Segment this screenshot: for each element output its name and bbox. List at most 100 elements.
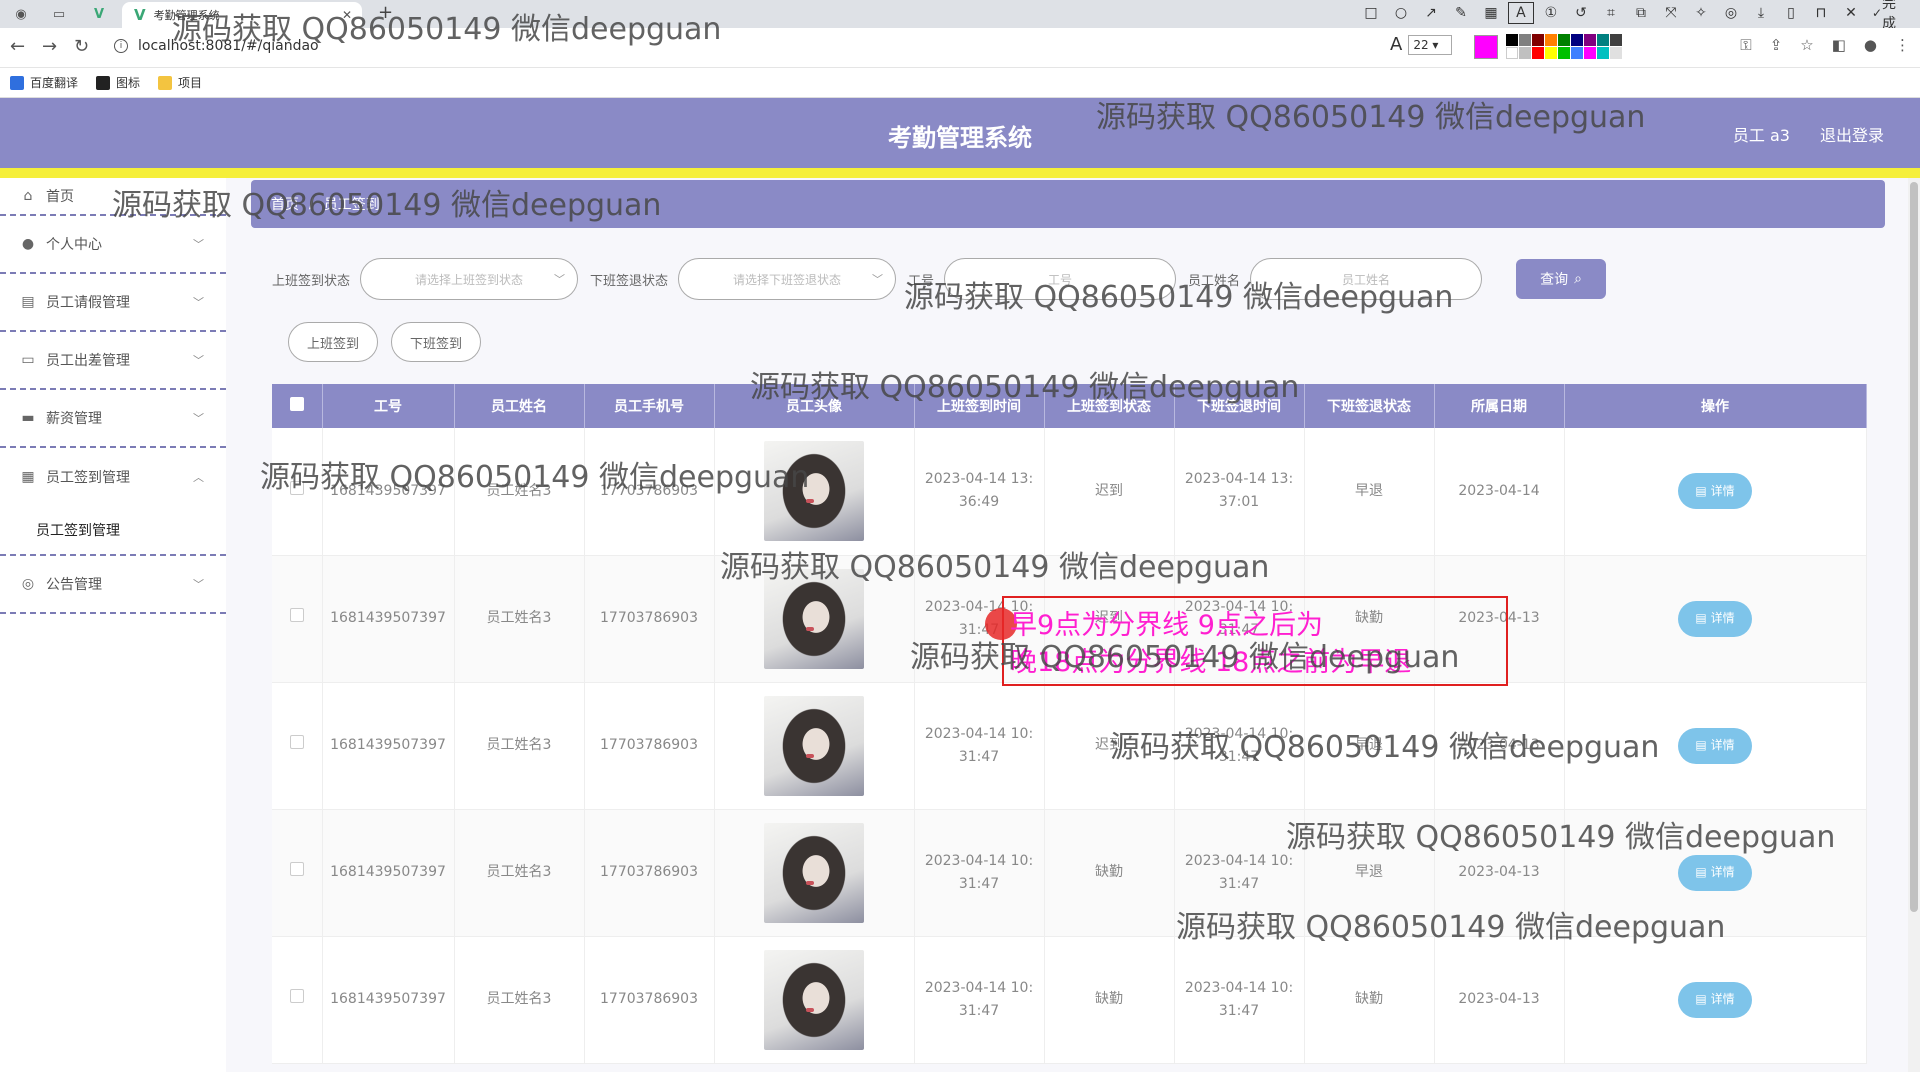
row-checkbox[interactable] (289, 480, 304, 495)
sidebar-item-checkin[interactable]: ▦ 员工签到管理 ︿ (0, 448, 226, 506)
download-icon[interactable]: ⤓ (1748, 2, 1774, 24)
color-swatch[interactable] (1519, 47, 1531, 59)
close-annotation-icon[interactable]: ✕ (1838, 2, 1864, 24)
employee-avatar[interactable] (764, 568, 864, 669)
checkout-status-select[interactable]: 请选择下班签退状态 ﹀ (678, 258, 897, 300)
color-swatch[interactable] (1519, 34, 1531, 46)
key-icon[interactable]: ⚿ (1740, 36, 1751, 54)
sidebar-item-salary[interactable]: ▬ 薪资管理 ﹀ (0, 390, 226, 448)
current-color-swatch[interactable] (1474, 35, 1498, 59)
pen-tool-icon[interactable]: ✎ (1448, 2, 1474, 24)
select-all-checkbox[interactable] (289, 397, 304, 411)
employee-id-input[interactable]: 工号 (944, 258, 1177, 300)
color-swatch[interactable] (1558, 47, 1570, 59)
color-swatch[interactable] (1584, 34, 1596, 46)
new-tab-button[interactable]: + (378, 2, 393, 23)
star-icon[interactable]: ☆ (1800, 36, 1813, 54)
color-swatch[interactable] (1545, 47, 1557, 59)
undo-icon[interactable]: ↺ (1568, 2, 1594, 24)
sidebar-subitem-checkin-management[interactable]: 员工签到管理 (0, 506, 226, 556)
color-swatch[interactable] (1558, 34, 1570, 46)
sidepanel-icon[interactable]: ◧ (1832, 36, 1846, 54)
col-header[interactable]: 员工手机号 (584, 384, 715, 428)
col-header[interactable]: 上班签到状态 (1044, 384, 1175, 428)
sidebar-item-business-trip[interactable]: ▭ 员工出差管理 ﹀ (0, 332, 226, 390)
row-select-cell[interactable] (272, 428, 323, 556)
color-swatch[interactable] (1610, 47, 1622, 59)
color-swatch[interactable] (1532, 47, 1544, 59)
bookmark-item[interactable]: 项目 (158, 74, 202, 91)
translate-icon[interactable]: ⧉ (1628, 2, 1654, 24)
employee-avatar[interactable] (764, 949, 864, 1050)
mosaic-tool-icon[interactable]: ▦ (1478, 2, 1504, 24)
color-swatch[interactable] (1584, 47, 1596, 59)
breadcrumb-home[interactable]: 首页 (271, 194, 299, 214)
tab-icon-vue[interactable]: V (88, 3, 110, 25)
back-icon[interactable]: ← (10, 36, 25, 57)
ellipse-tool-icon[interactable]: ○ (1388, 2, 1414, 24)
site-info-icon[interactable]: i (114, 39, 128, 53)
forward-icon[interactable]: → (42, 36, 57, 57)
record-icon[interactable]: ◎ (1718, 2, 1744, 24)
col-header[interactable]: 下班签退状态 (1304, 384, 1435, 428)
detail-button[interactable]: ▤ 详情 (1678, 473, 1752, 510)
color-swatch[interactable] (1597, 47, 1609, 59)
phone-icon[interactable]: ▯ (1778, 2, 1804, 24)
col-header[interactable]: 上班签到时间 (914, 384, 1045, 428)
color-swatch[interactable] (1597, 34, 1609, 46)
browser-menu-icon[interactable]: ◉ (10, 3, 32, 25)
select-all-cell[interactable] (272, 384, 323, 428)
more-menu-icon[interactable]: ⋮ (1895, 36, 1910, 54)
color-swatch[interactable] (1506, 47, 1518, 59)
color-swatch[interactable] (1506, 34, 1518, 46)
sidebar-item-home[interactable]: ⌂ 首页 (0, 178, 226, 216)
row-select-cell[interactable] (272, 682, 323, 810)
detail-button[interactable]: ▤ 详情 (1678, 981, 1752, 1018)
employee-avatar[interactable] (764, 822, 864, 923)
col-header[interactable]: 所属日期 (1434, 384, 1565, 428)
col-header[interactable]: 下班签退时间 (1174, 384, 1305, 428)
employee-avatar[interactable] (764, 695, 864, 796)
color-swatch[interactable] (1571, 47, 1583, 59)
row-checkbox[interactable] (289, 608, 304, 622)
text-tool-icon[interactable]: A (1507, 2, 1534, 24)
checkin-status-select[interactable]: 请选择上班签到状态 ﹀ (360, 258, 579, 300)
rectangle-tool-icon[interactable]: □ (1358, 2, 1384, 24)
detail-button[interactable]: ▤ 详情 (1678, 854, 1752, 891)
color-swatch[interactable] (1571, 34, 1583, 46)
pin-icon[interactable]: ⤧ (1658, 2, 1684, 24)
row-select-cell[interactable] (272, 555, 323, 683)
col-header[interactable]: 员工姓名 (454, 384, 585, 428)
sidebar-item-profile[interactable]: ● 个人中心 ﹀ (0, 216, 226, 274)
annotation-done-button[interactable]: ✓ 完成 (1868, 0, 1912, 32)
employee-name-input[interactable]: 员工姓名 (1250, 258, 1483, 300)
url-field[interactable]: localhost:8081/#/qiandao (138, 38, 319, 54)
sidebar-item-leave[interactable]: ▤ 员工请假管理 ﹀ (0, 274, 226, 332)
profile-icon[interactable]: ● (1864, 36, 1877, 54)
row-select-cell[interactable] (272, 809, 323, 937)
detail-button[interactable]: ▤ 详情 (1678, 600, 1752, 637)
employee-avatar[interactable] (764, 441, 864, 542)
logout-link[interactable]: 退出登录 (1820, 122, 1884, 146)
font-size-select[interactable]: 22 ▾ (1408, 34, 1453, 55)
bookmark-item[interactable]: 图标 (96, 74, 140, 91)
bookmark-icon[interactable]: ⊓ (1808, 2, 1834, 24)
bookmark-item[interactable]: 百度翻译 (10, 74, 78, 91)
color-swatch[interactable] (1610, 34, 1622, 46)
checkout-button[interactable]: 下班签到 (391, 322, 481, 362)
page-scroll-thumb[interactable] (1910, 182, 1918, 912)
row-select-cell[interactable] (272, 936, 323, 1064)
share-icon[interactable]: ⇪ (1770, 36, 1783, 54)
color-swatch[interactable] (1532, 34, 1544, 46)
row-checkbox[interactable] (289, 862, 304, 876)
row-checkbox[interactable] (289, 989, 304, 1003)
reload-icon[interactable]: ↻ (74, 36, 89, 57)
query-button[interactable]: 查询 ⌕ (1516, 259, 1606, 299)
row-checkbox[interactable] (289, 735, 304, 749)
detail-button[interactable]: ▤ 详情 (1678, 727, 1752, 764)
tab-icon-blank[interactable]: ▭ (48, 3, 70, 25)
browser-tab-active[interactable]: V 考勤管理系统 ✕ (122, 2, 362, 28)
arrow-tool-icon[interactable]: ↗ (1418, 2, 1444, 24)
crop-icon[interactable]: ⌗ (1598, 2, 1624, 24)
sidebar-item-notice[interactable]: ◎ 公告管理 ﹀ (0, 556, 226, 614)
